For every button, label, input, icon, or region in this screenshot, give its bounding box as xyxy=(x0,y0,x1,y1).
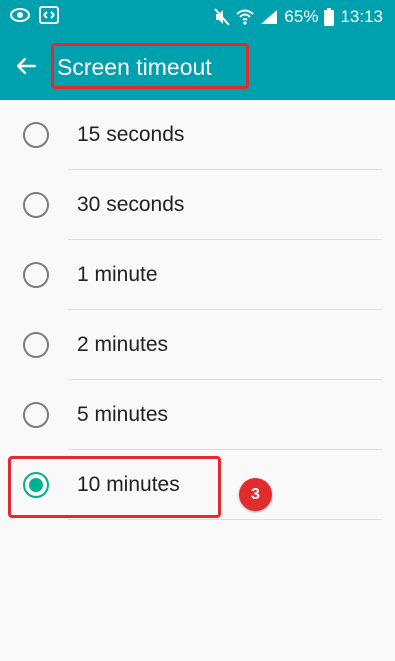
option-15-seconds[interactable]: 15 seconds xyxy=(0,100,395,170)
option-1-minute[interactable]: 1 minute xyxy=(0,240,395,310)
signal-icon xyxy=(260,9,278,25)
radio-button[interactable] xyxy=(23,262,49,288)
radio-button[interactable] xyxy=(23,402,49,428)
status-bar-system: 65% 13:13 xyxy=(214,0,383,33)
mute-icon xyxy=(214,7,231,26)
option-label: 15 seconds xyxy=(77,123,185,146)
divider xyxy=(68,519,382,520)
battery-icon xyxy=(324,7,335,26)
step-number-badge: 3 xyxy=(239,478,272,511)
option-30-seconds[interactable]: 30 seconds xyxy=(0,170,395,240)
battery-percent: 65% xyxy=(284,6,319,26)
clock: 13:13 xyxy=(340,6,383,26)
option-label: 1 minute xyxy=(77,263,158,286)
eye-icon xyxy=(10,5,30,25)
app-bar: Screen timeout xyxy=(0,33,395,100)
option-highlight-box xyxy=(8,456,221,518)
wifi-icon xyxy=(236,8,255,26)
back-button[interactable] xyxy=(12,52,40,80)
option-label: 5 minutes xyxy=(77,403,169,426)
title-highlight-box xyxy=(51,43,249,89)
option-label: 2 minutes xyxy=(77,333,169,356)
screen-mirror-icon xyxy=(38,4,60,26)
option-5-minutes[interactable]: 5 minutes xyxy=(0,380,395,450)
radio-button[interactable] xyxy=(23,332,49,358)
status-bar-notifications xyxy=(10,4,60,26)
radio-button[interactable] xyxy=(23,122,49,148)
status-bar: 65% 13:13 xyxy=(0,0,395,33)
option-label: 30 seconds xyxy=(77,193,185,216)
radio-button[interactable] xyxy=(23,192,49,218)
arrow-left-icon xyxy=(16,57,37,75)
option-2-minutes[interactable]: 2 minutes xyxy=(0,310,395,380)
